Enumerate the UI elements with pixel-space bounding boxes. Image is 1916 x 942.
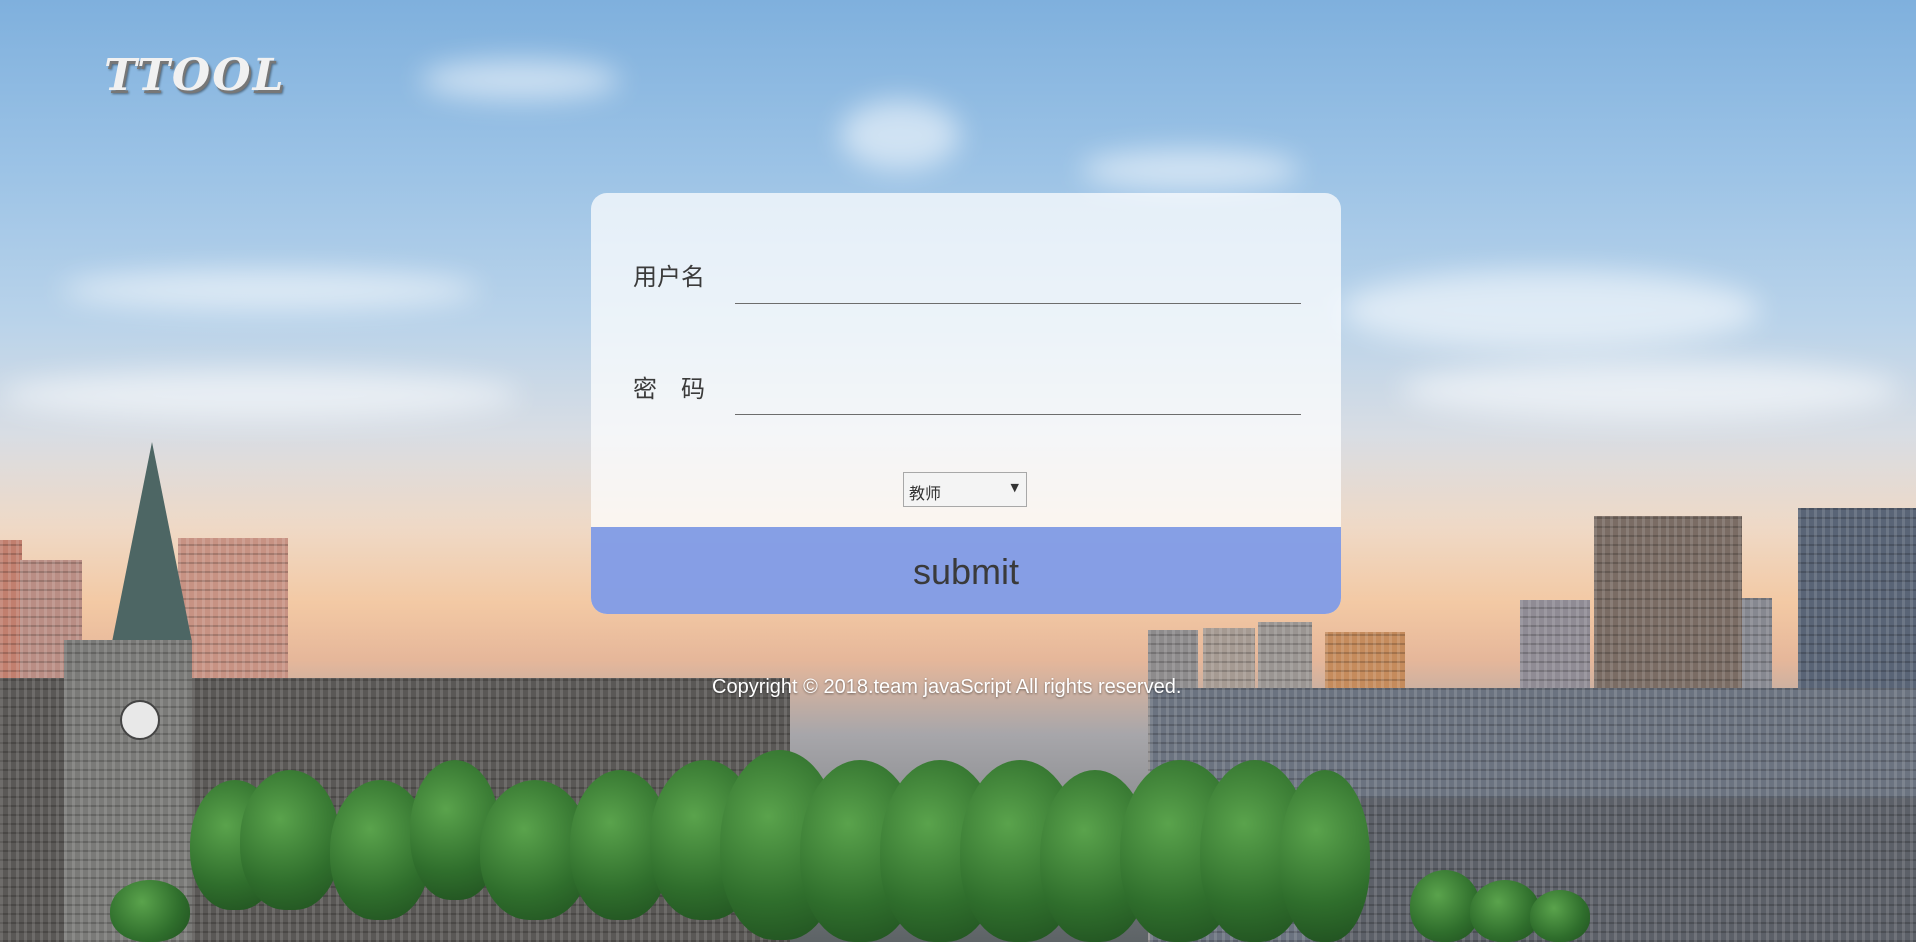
role-select[interactable]: 教师 ▼ <box>903 472 1027 507</box>
cloud <box>60 270 480 310</box>
password-input[interactable] <box>735 372 1301 415</box>
cloud <box>0 370 520 420</box>
background-scene: TTOOL 用户名 密 码 教师 ▼ submit Copyright © 20… <box>0 0 1916 942</box>
username-input[interactable] <box>735 261 1301 304</box>
tree <box>1530 890 1590 942</box>
cloud <box>1340 270 1760 350</box>
copyright-text: Copyright © 2018.team javaScript All rig… <box>712 676 1182 698</box>
tree <box>240 770 340 910</box>
submit-button[interactable]: submit <box>591 527 1341 614</box>
cloud <box>840 100 960 170</box>
tree <box>110 880 190 942</box>
app-logo[interactable]: TTOOL <box>104 50 286 101</box>
clock-tower-spire <box>112 442 192 642</box>
cloud <box>1400 360 1900 420</box>
login-form: 用户名 密 码 教师 ▼ submit <box>591 193 1341 614</box>
cloud <box>420 60 620 100</box>
role-select-value: 教师 <box>909 484 942 503</box>
tree <box>1280 770 1370 942</box>
username-label: 用户名 <box>633 263 705 291</box>
cloud <box>1080 150 1300 190</box>
password-label: 密 码 <box>633 375 705 403</box>
dropdown-arrow-icon: ▼ <box>1010 481 1019 494</box>
clock-icon <box>120 700 160 740</box>
